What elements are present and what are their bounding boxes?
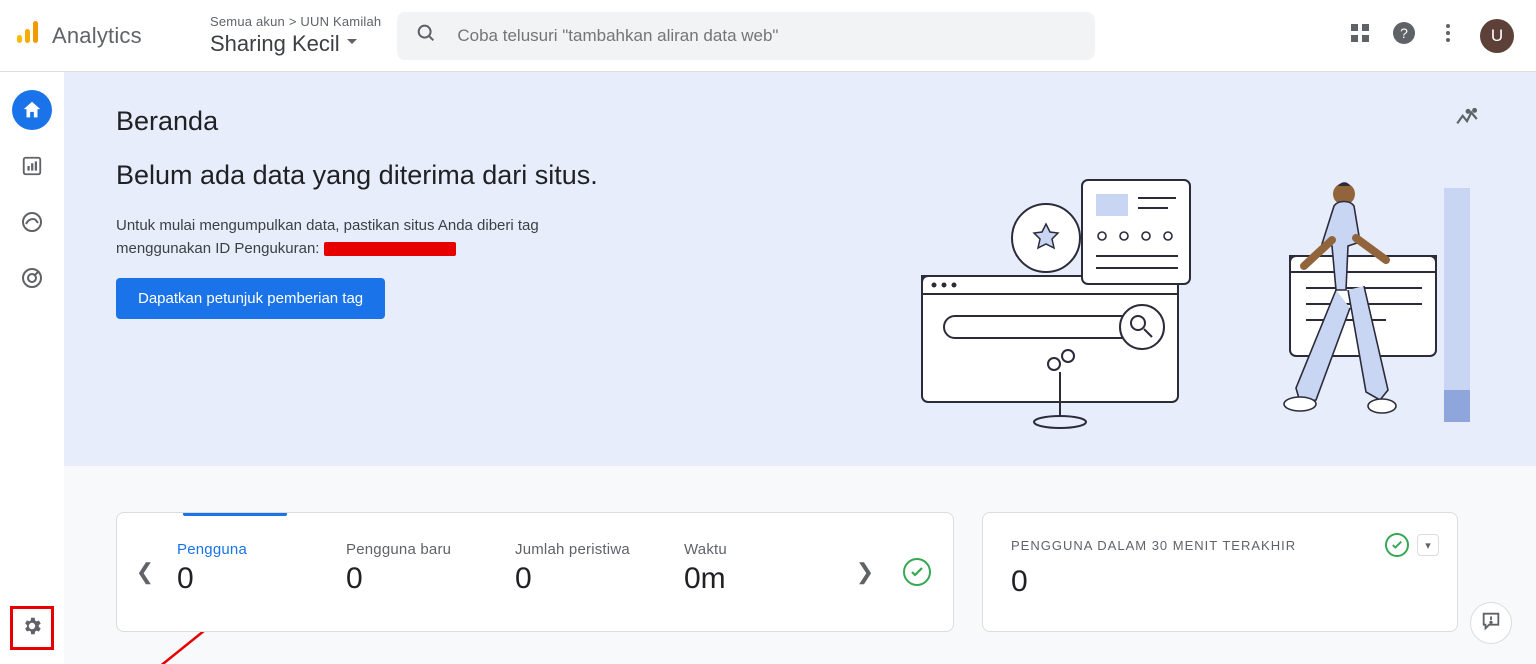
realtime-title: PENGGUNA DALAM 30 MENIT TERAKHIR (1011, 538, 1296, 553)
metric-label: Pengguna (177, 541, 326, 558)
insights-icon[interactable] (1454, 106, 1480, 137)
metrics-next[interactable]: ❯ (843, 513, 887, 631)
metric-value: 0 (177, 562, 326, 596)
nav-admin[interactable] (10, 606, 54, 650)
property-picker[interactable]: Semua akun > UUN Kamilah Sharing Kecil (210, 14, 381, 57)
breadcrumb-all-accounts: Semua akun (210, 14, 285, 29)
realtime-dropdown[interactable]: ▾ (1417, 534, 1439, 556)
search-bar[interactable] (397, 12, 1095, 60)
nav-explore[interactable] (12, 202, 52, 242)
metric-value: 0 (515, 562, 664, 596)
breadcrumb: Semua akun > UUN Kamilah (210, 14, 381, 29)
tagging-instructions-button[interactable]: Dapatkan petunjuk pemberian tag (116, 278, 385, 319)
realtime-card: PENGGUNA DALAM 30 MENIT TERAKHIR ▾ 0 (982, 512, 1458, 632)
metric-label: Jumlah peristiwa (515, 541, 664, 558)
checkmark-circle-icon (903, 558, 931, 586)
breadcrumb-account: UUN Kamilah (300, 14, 381, 29)
caret-down-icon: ▾ (1425, 539, 1431, 552)
page-title: Beranda (116, 106, 1496, 137)
apps-icon[interactable] (1350, 23, 1370, 48)
hero-description: Untuk mulai mengumpulkan data, pastikan … (116, 215, 576, 260)
metrics-status[interactable] (887, 513, 947, 631)
measurement-id-redacted (324, 242, 456, 256)
avatar[interactable]: U (1480, 19, 1514, 53)
nav-home[interactable] (12, 90, 52, 130)
header-tools: ? U (1350, 19, 1514, 53)
gear-icon (21, 615, 43, 642)
help-icon[interactable]: ? (1392, 21, 1416, 50)
hero-illustration (886, 176, 1476, 434)
caret-down-icon (346, 35, 358, 53)
metric-jumlah-peristiwa[interactable]: Jumlah peristiwa 0 (505, 513, 674, 631)
analytics-logo-icon (14, 19, 42, 52)
metric-waktu[interactable]: Waktu 0m (674, 513, 843, 631)
avatar-initial: U (1491, 26, 1503, 46)
brand-name: Analytics (52, 23, 142, 49)
metrics-card: ❮ Pengguna 0 Pengguna baru 0 Jumlah peri… (116, 512, 954, 632)
chevron-left-icon: ❮ (136, 559, 154, 585)
metric-value: 0 (346, 562, 495, 596)
property-name: Sharing Kecil (210, 31, 340, 57)
checkmark-circle-icon[interactable] (1385, 533, 1409, 557)
search-icon (415, 22, 437, 49)
nav-advertising[interactable] (12, 258, 52, 298)
app-header: Analytics Semua akun > UUN Kamilah Shari… (0, 0, 1536, 72)
search-input[interactable] (457, 26, 1077, 46)
metric-value: 0m (684, 562, 833, 596)
feedback-icon (1480, 610, 1502, 637)
hero-subtitle: Belum ada data yang diterima dari situs. (116, 157, 636, 193)
realtime-value: 0 (983, 557, 1457, 599)
sidebar (0, 72, 64, 664)
feedback-button[interactable] (1470, 602, 1512, 644)
svg-text:?: ? (1400, 25, 1408, 41)
tab-indicator (183, 512, 287, 516)
metric-label: Pengguna baru (346, 541, 495, 558)
metrics-prev[interactable]: ❮ (123, 513, 167, 631)
breadcrumb-separator: > (289, 14, 297, 29)
metric-label: Waktu (684, 541, 833, 558)
more-vert-icon[interactable] (1438, 23, 1458, 48)
metric-pengguna-baru[interactable]: Pengguna baru 0 (336, 513, 505, 631)
brand-logo[interactable]: Analytics (14, 19, 200, 52)
hero-card: Beranda Belum ada data yang diterima dar… (64, 72, 1536, 466)
chevron-right-icon: ❯ (856, 559, 874, 585)
metric-pengguna[interactable]: Pengguna 0 (167, 513, 336, 631)
nav-reports[interactable] (12, 146, 52, 186)
